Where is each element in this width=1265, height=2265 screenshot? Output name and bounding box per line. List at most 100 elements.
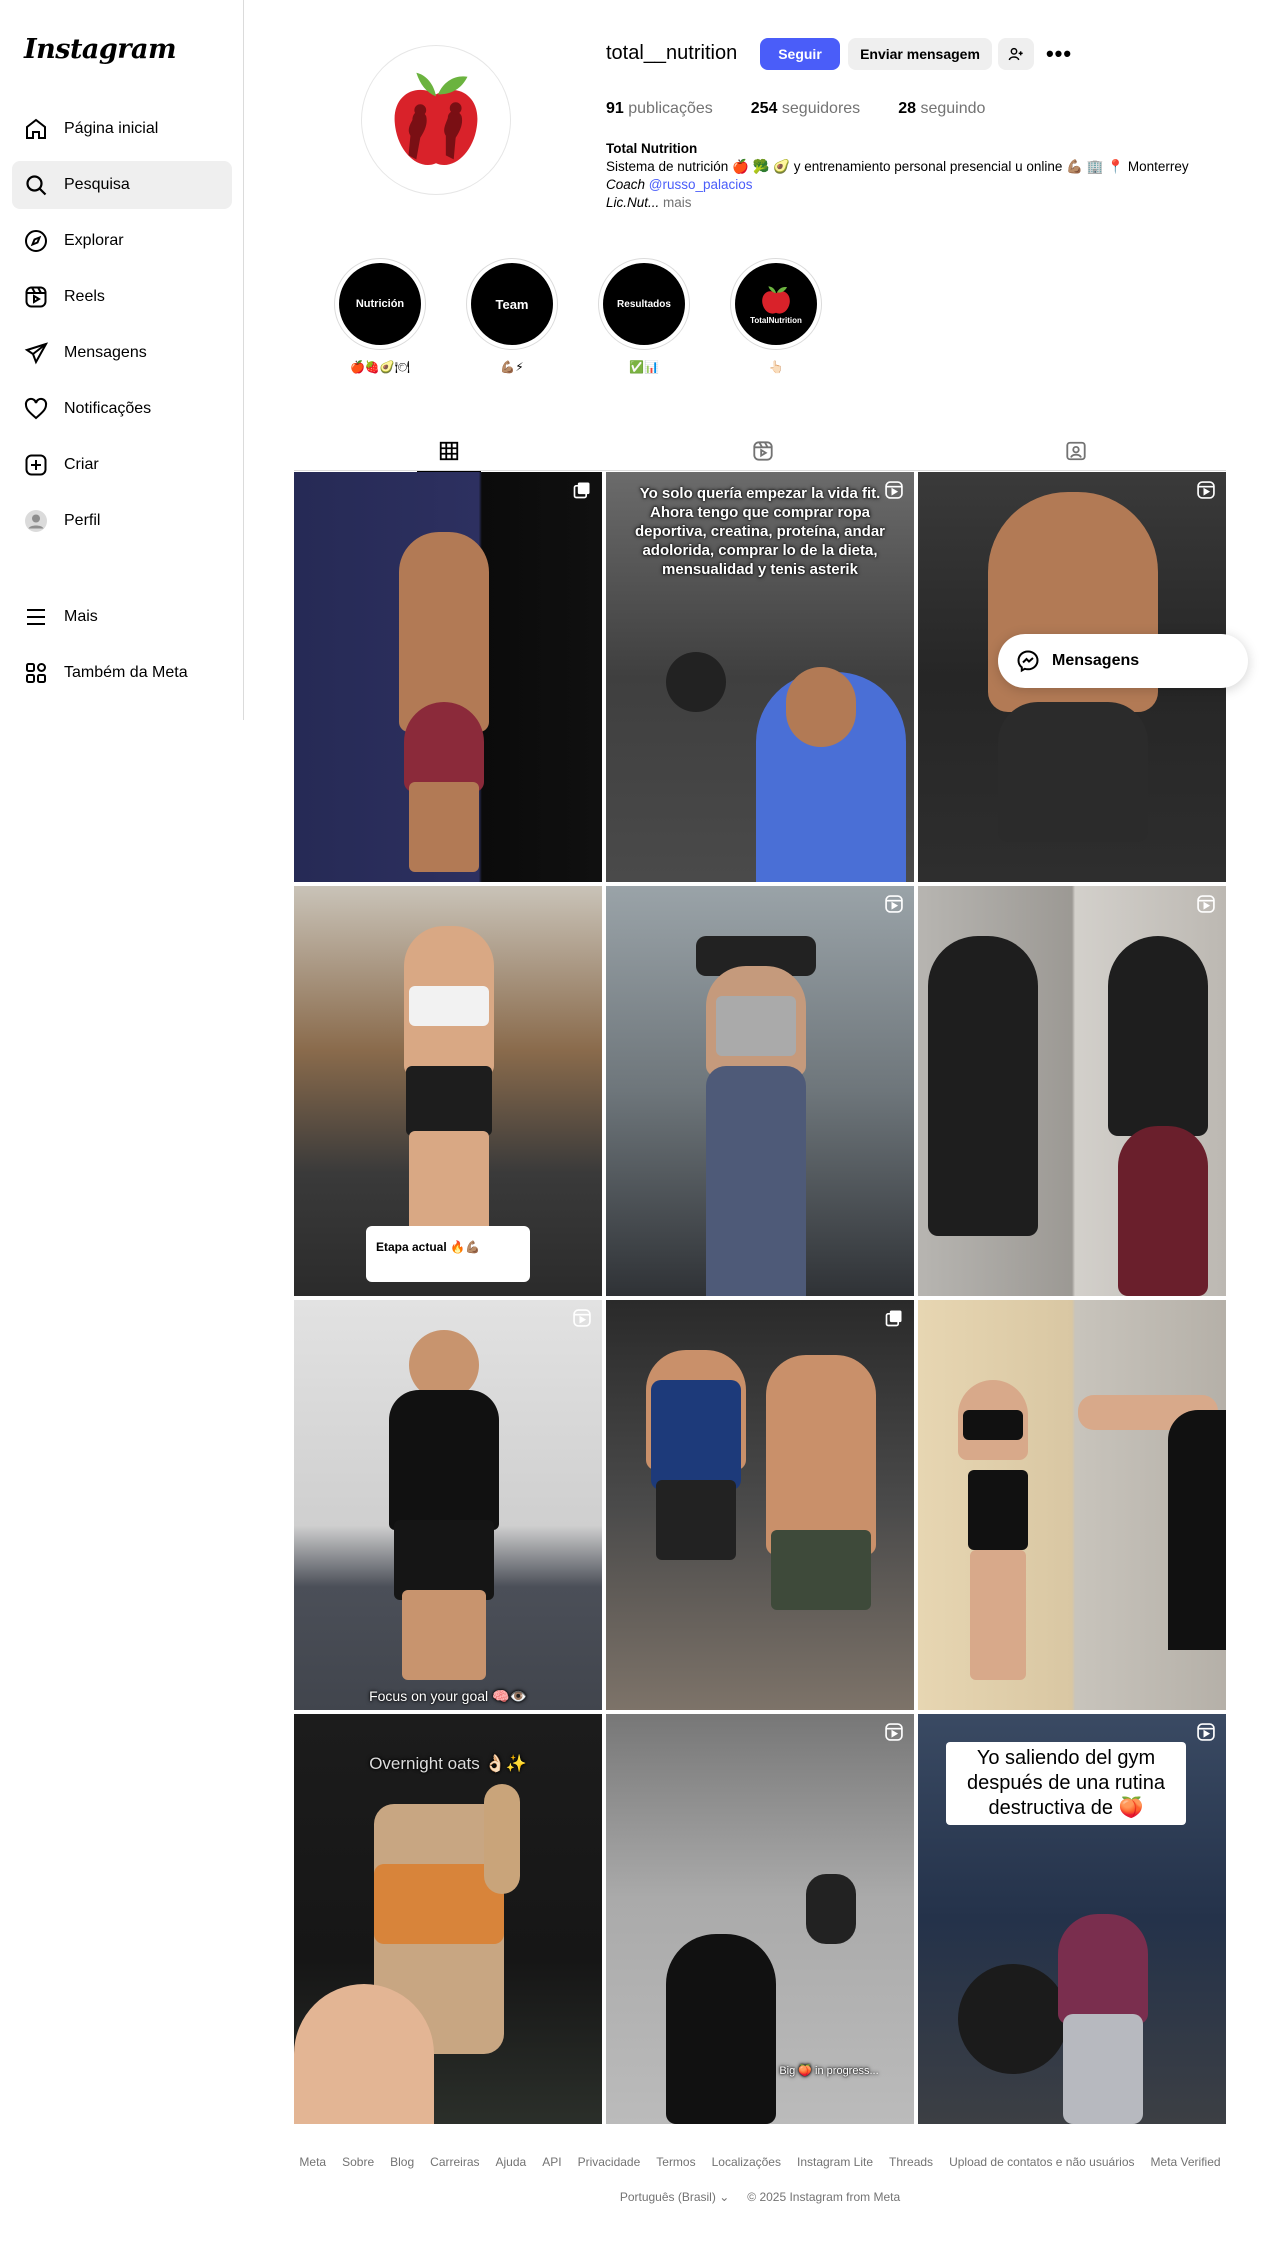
tab-reels[interactable] xyxy=(731,432,795,470)
highlight-label: ✅📊 xyxy=(629,360,659,374)
carousel-icon xyxy=(573,482,590,499)
highlight-cover: Resultados xyxy=(603,263,685,345)
tagged-icon xyxy=(1066,441,1086,461)
plus-square-icon xyxy=(24,453,48,477)
highlight-cover: Nutrición xyxy=(339,263,421,345)
follow-button[interactable]: Seguir xyxy=(760,38,840,70)
footer-link[interactable]: Termos xyxy=(656,2155,695,2169)
profile-stats: 91 publicações 254 seguidores 28 seguind… xyxy=(606,100,985,118)
sidebar-item-messages[interactable]: Mensagens xyxy=(12,329,232,377)
post-tile[interactable] xyxy=(918,1300,1226,1710)
highlight-team[interactable]: Team 💪🏽⚡ xyxy=(466,258,558,374)
post-caption: Etapa actual 🔥💪🏽 xyxy=(366,1226,530,1282)
following-count[interactable]: 28 seguindo xyxy=(898,100,985,118)
footer-link[interactable]: Upload de contatos e não usuários xyxy=(949,2155,1134,2169)
home-icon xyxy=(24,117,48,141)
footer-link[interactable]: API xyxy=(542,2155,561,2169)
post-tile[interactable]: Yo solo quería empezar la vida fit. Ahor… xyxy=(606,472,914,882)
footer-link[interactable]: Instagram Lite xyxy=(797,2155,873,2169)
search-icon xyxy=(24,173,48,197)
more-options-icon[interactable]: ••• xyxy=(1044,40,1074,68)
post-tile[interactable] xyxy=(606,1300,914,1710)
coach-link[interactable]: @russo_palacios xyxy=(649,177,753,192)
sidebar-item-label: Perfil xyxy=(64,512,101,529)
messenger-icon xyxy=(1017,650,1039,673)
footer-bottom: Português (Brasil) ⌄ © 2025 Instagram fr… xyxy=(294,2190,1226,2204)
highlight-label: 👆🏻 xyxy=(768,360,784,374)
footer-links: Meta Sobre Blog Carreiras Ajuda API Priv… xyxy=(294,2155,1226,2169)
sidebar-item-explore[interactable]: Explorar xyxy=(12,217,232,265)
post-tile[interactable] xyxy=(606,886,914,1296)
footer-link[interactable]: Carreiras xyxy=(430,2155,479,2169)
add-person-icon xyxy=(1008,47,1023,61)
suggested-accounts-button[interactable] xyxy=(998,38,1034,70)
reel-icon xyxy=(885,1723,903,1741)
apple-logo-icon xyxy=(762,285,790,314)
footer-link[interactable]: Privacidade xyxy=(578,2155,641,2169)
sidebar: Instagram Página inicial Pesquisa Explor… xyxy=(0,0,244,720)
post-tile[interactable]: Big 🍑 in progress... xyxy=(606,1714,914,2124)
profile-avatar[interactable] xyxy=(361,45,511,195)
post-tile[interactable]: Overnight oats 👌🏻✨ xyxy=(294,1714,602,2124)
footer-link[interactable]: Blog xyxy=(390,2155,414,2169)
reel-icon xyxy=(1197,1723,1215,1741)
messages-floating-button[interactable]: Mensagens xyxy=(998,634,1248,688)
meta-apps-icon xyxy=(24,661,48,685)
send-icon xyxy=(24,341,48,365)
post-tile[interactable]: Yo saliendo del gym después de una rutin… xyxy=(918,1714,1226,2124)
post-tile[interactable] xyxy=(918,886,1226,1296)
sidebar-item-profile[interactable]: Perfil xyxy=(12,497,232,545)
reel-icon xyxy=(1197,895,1215,913)
sidebar-item-more[interactable]: Mais xyxy=(12,593,232,641)
sidebar-item-also-from-meta[interactable]: Também da Meta xyxy=(12,649,232,697)
tab-tagged[interactable] xyxy=(1044,432,1108,470)
highlight-label: 💪🏽⚡ xyxy=(500,360,524,374)
post-tile[interactable]: Focus on your goal 🧠👁️ xyxy=(294,1300,602,1710)
apple-logo-icon xyxy=(378,62,494,178)
post-caption: Focus on your goal 🧠👁️ xyxy=(369,1688,527,1704)
footer-link[interactable]: Meta Verified xyxy=(1151,2155,1221,2169)
language-selector[interactable]: Português (Brasil) ⌄ xyxy=(620,2190,729,2204)
instagram-logo[interactable]: Instagram xyxy=(24,34,177,65)
send-message-button[interactable]: Enviar mensagem xyxy=(848,38,992,70)
highlight-resultados[interactable]: Resultados ✅📊 xyxy=(598,258,690,374)
posts-grid: Yo solo quería empezar la vida fit. Ahor… xyxy=(294,472,1226,2124)
footer-link[interactable]: Threads xyxy=(889,2155,933,2169)
footer-link[interactable]: Localizações xyxy=(712,2155,781,2169)
post-tile[interactable]: Etapa actual 🔥💪🏽 xyxy=(294,886,602,1296)
post-caption: Yo solo quería empezar la vida fit. Ahor… xyxy=(634,485,886,578)
profile-bio: Total Nutrition Sistema de nutrición 🍎 🥦… xyxy=(606,140,1246,212)
reel-icon xyxy=(885,481,903,499)
highlight-totalnutrition[interactable]: TotalNutrition 👆🏻 xyxy=(730,258,822,374)
post-tile[interactable] xyxy=(294,472,602,882)
sidebar-item-search[interactable]: Pesquisa xyxy=(12,161,232,209)
tab-posts[interactable] xyxy=(417,432,481,472)
sidebar-item-home[interactable]: Página inicial xyxy=(12,105,232,153)
sidebar-item-label: Também da Meta xyxy=(64,664,188,681)
sidebar-item-notifications[interactable]: Notificações xyxy=(12,385,232,433)
sidebar-item-create[interactable]: Criar xyxy=(12,441,232,489)
sidebar-item-label: Reels xyxy=(64,288,105,305)
highlight-cover: Team xyxy=(471,263,553,345)
sidebar-item-label: Criar xyxy=(64,456,99,473)
heart-icon xyxy=(24,397,48,421)
footer-link[interactable]: Ajuda xyxy=(496,2155,527,2169)
profile-display-name: Total Nutrition xyxy=(606,141,698,156)
highlight-nutricion[interactable]: Nutrición 🍎🍓🥑🍽 xyxy=(334,258,426,374)
bio-truncated-line: Lic.Nut... mais xyxy=(606,195,692,210)
footer-link[interactable]: Sobre xyxy=(342,2155,374,2169)
profile-username: total__nutrition xyxy=(606,42,738,64)
followers-count[interactable]: 254 seguidores xyxy=(751,100,860,118)
bio-more-link[interactable]: mais xyxy=(663,195,692,210)
chevron-down-icon: ⌄ xyxy=(719,2190,730,2204)
posts-count: 91 publicações xyxy=(606,100,713,117)
tabs-divider xyxy=(294,470,1226,471)
footer-link[interactable]: Meta xyxy=(299,2155,326,2169)
bio-line: Sistema de nutrición 🍎 🥦 🥑 y entrenamien… xyxy=(606,159,1189,174)
sidebar-item-reels[interactable]: Reels xyxy=(12,273,232,321)
sidebar-item-label: Notificações xyxy=(64,400,152,417)
carousel-icon xyxy=(885,1310,902,1327)
reel-icon xyxy=(885,895,903,913)
highlight-cover: TotalNutrition xyxy=(735,263,817,345)
sidebar-item-label: Página inicial xyxy=(64,120,159,137)
